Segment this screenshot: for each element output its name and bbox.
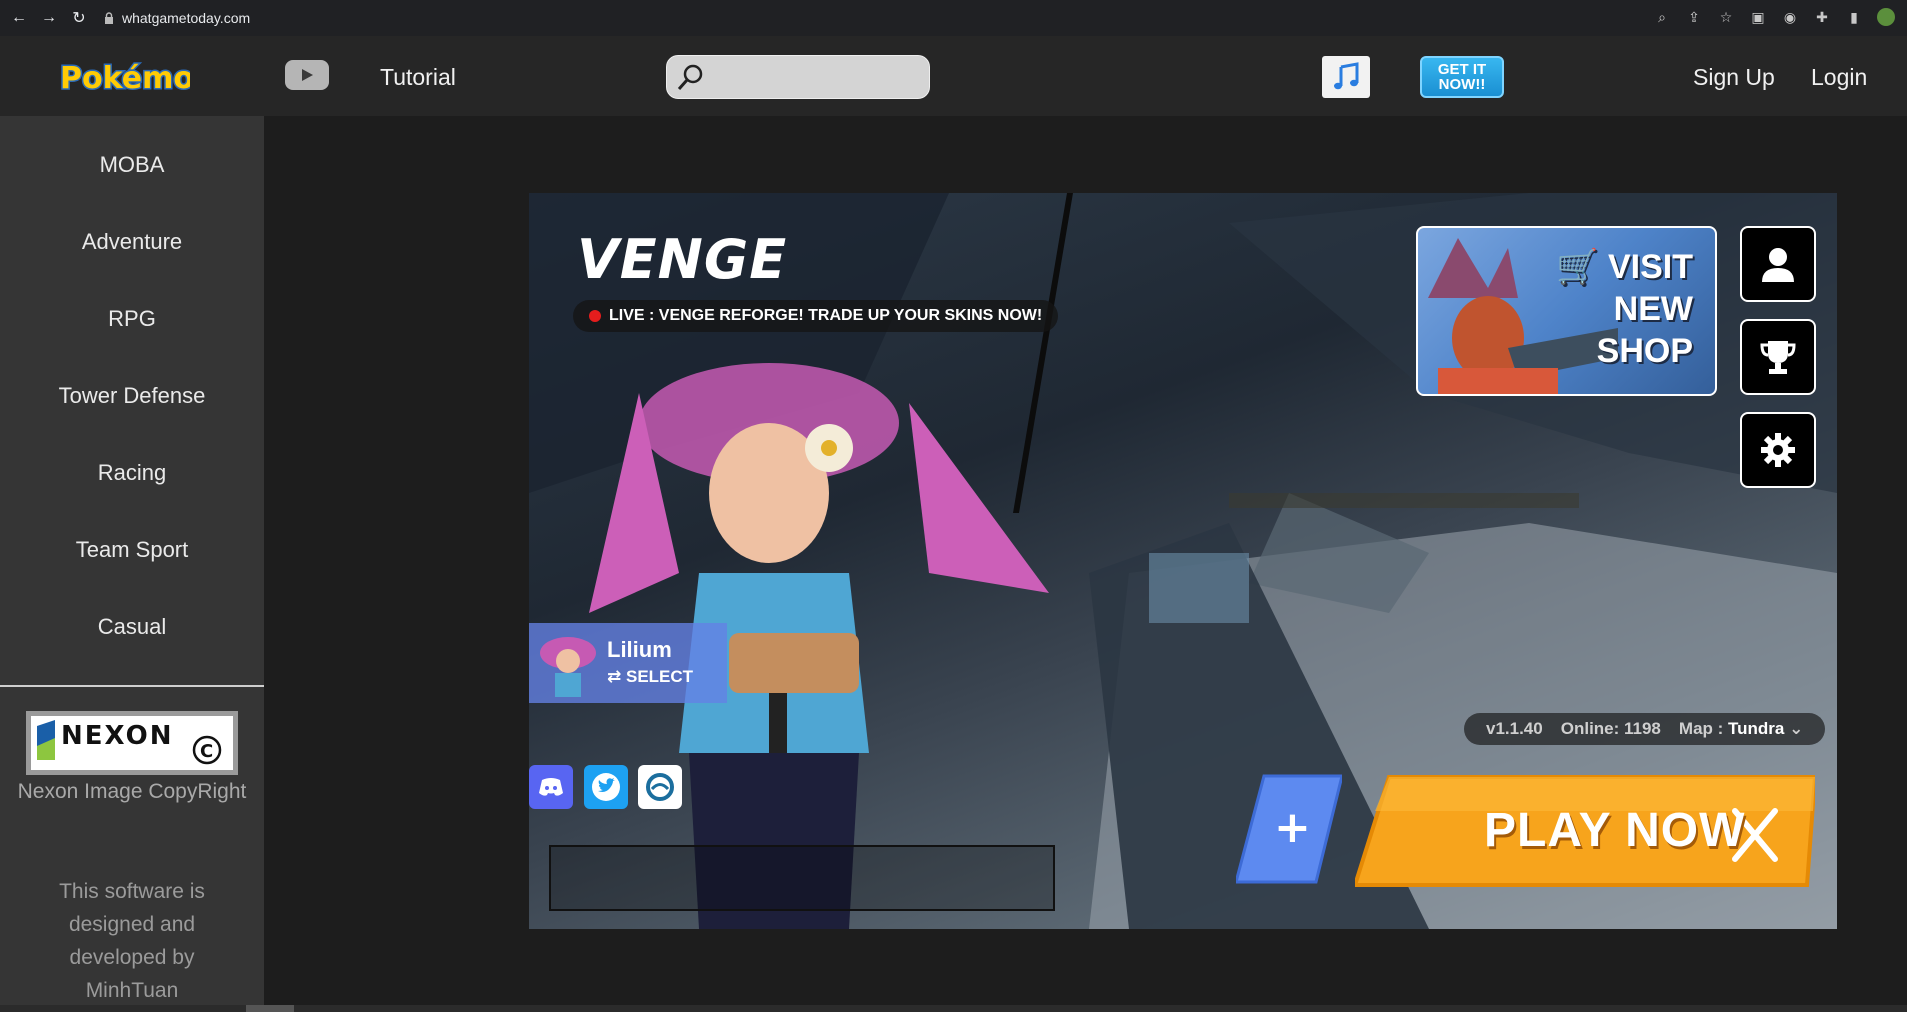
forward-icon[interactable]: → — [38, 7, 60, 29]
svg-text:Pokémon: Pokémon — [60, 61, 190, 96]
sidebar-item-casual[interactable]: Casual — [0, 614, 264, 640]
nexon-logo-text: NEXON — [61, 721, 174, 751]
shop-line-1: VISIT — [1607, 248, 1693, 286]
reload-icon[interactable]: ↻ — [68, 7, 90, 29]
version-text: v1.1.40 — [1486, 719, 1543, 738]
settings-button[interactable] — [1740, 412, 1816, 488]
sidebar-item-rpg[interactable]: RPG — [0, 306, 264, 332]
share-icon[interactable]: ⇪ — [1685, 8, 1703, 26]
play-now-label: PLAY NOW — [1484, 804, 1746, 857]
nexon-caption: Nexon Image CopyRight — [17, 780, 247, 803]
puzzle-icon[interactable]: ✚ — [1813, 8, 1831, 26]
character-thumbnail — [540, 637, 596, 697]
game-title: VENGE — [577, 228, 788, 291]
pokemon-logo[interactable]: Pokémon — [58, 58, 191, 97]
plus-button[interactable]: + — [1236, 768, 1342, 890]
chevron-down-icon: ⌄ — [1789, 719, 1804, 738]
character-select-card[interactable]: Lilium ⇄ SELECT — [529, 623, 727, 703]
server-info-bar: v1.1.40 Online: 1198 Map : Tundra ⌄ — [1464, 713, 1826, 745]
address-bar[interactable]: whatgametoday.com — [104, 10, 250, 26]
youtube-button[interactable] — [285, 60, 329, 90]
live-news-banner[interactable]: LIVE : VENGE REFORGE! TRADE UP YOUR SKIN… — [573, 300, 1059, 332]
nexon-logo: NEXON C — [26, 711, 238, 775]
scrollbar-thumb[interactable] — [246, 1005, 294, 1012]
sidebar-item-racing[interactable]: Racing — [0, 460, 264, 486]
twitter-icon — [592, 773, 620, 801]
profile-avatar[interactable] — [1877, 8, 1895, 26]
discord-icon — [539, 778, 563, 796]
game-frame[interactable]: VENGE LIVE : VENGE REFORGE! TRADE UP YOU… — [529, 193, 1837, 929]
community-icon — [646, 773, 674, 801]
character-name: Lilium — [607, 637, 672, 662]
svg-text:C: C — [200, 741, 213, 762]
music-note-icon — [1334, 62, 1359, 90]
cart-icon: 🛒 — [1556, 248, 1599, 286]
chat-box[interactable] — [549, 845, 1055, 911]
shop-line-3: SHOP — [1596, 332, 1693, 370]
url-text: whatgametoday.com — [122, 10, 251, 26]
login-link[interactable]: Login — [1811, 64, 1867, 91]
zoom-icon[interactable]: ⌕ — [1653, 8, 1671, 26]
visit-shop-button[interactable]: 🛒 VISIT NEW SHOP — [1416, 226, 1717, 396]
gear-icon — [1761, 433, 1795, 467]
lock-icon — [105, 12, 113, 24]
sidebar-icon[interactable]: ▮ — [1845, 8, 1863, 26]
get-it-now-button[interactable]: GET IT NOW!! — [1420, 56, 1504, 98]
sidebar-item-tower-defense[interactable]: Tower Defense — [0, 383, 264, 409]
swap-icon: ⇄ — [607, 667, 622, 686]
shop-line-2: NEW — [1613, 290, 1693, 328]
map-selector[interactable]: Map : Tundra ⌄ — [1679, 719, 1803, 739]
live-banner-text: LIVE : VENGE REFORGE! TRADE UP YOUR SKIN… — [609, 307, 1043, 324]
live-indicator-icon — [589, 310, 601, 322]
translate-icon[interactable]: ▣ — [1749, 8, 1767, 26]
developer-credit: This software is designed and developed … — [59, 880, 205, 1002]
category-sidebar: MOBA Adventure RPG Tower Defense Racing … — [0, 116, 264, 1012]
community-button[interactable] — [638, 765, 682, 809]
bookmark-star-icon[interactable]: ☆ — [1717, 8, 1735, 26]
play-icon — [302, 69, 313, 81]
profile-button[interactable] — [1740, 226, 1816, 302]
sidebar-divider — [0, 685, 264, 687]
online-count: Online: 1198 — [1560, 719, 1661, 738]
sidebar-item-team-sport[interactable]: Team Sport — [0, 537, 264, 563]
search-input[interactable] — [666, 55, 930, 99]
back-icon[interactable]: ← — [8, 7, 30, 29]
tutorial-link[interactable]: Tutorial — [380, 64, 456, 91]
user-icon — [1762, 248, 1794, 282]
search-icon — [677, 64, 703, 90]
site-header: Pokémon Tutorial GET IT NOW!! Sign Up Lo… — [0, 36, 1907, 116]
sign-up-link[interactable]: Sign Up — [1693, 64, 1775, 91]
plus-label: + — [1274, 802, 1311, 853]
character-select-button[interactable]: ⇄ SELECT — [607, 667, 693, 687]
sidebar-item-moba[interactable]: MOBA — [0, 152, 264, 178]
trophy-icon — [1760, 341, 1796, 374]
discord-button[interactable] — [529, 765, 573, 809]
extension-icon[interactable]: ◉ — [1781, 8, 1799, 26]
twitter-button[interactable] — [584, 765, 628, 809]
browser-toolbar: ← → ↻ whatgametoday.com ⌕ ⇪ ☆ ▣ ◉ ✚ ▮ — [0, 0, 1907, 36]
map-value: Tundra — [1728, 719, 1785, 738]
sidebar-item-adventure[interactable]: Adventure — [0, 229, 264, 255]
music-button[interactable] — [1322, 56, 1370, 98]
leaderboard-button[interactable] — [1740, 319, 1816, 395]
